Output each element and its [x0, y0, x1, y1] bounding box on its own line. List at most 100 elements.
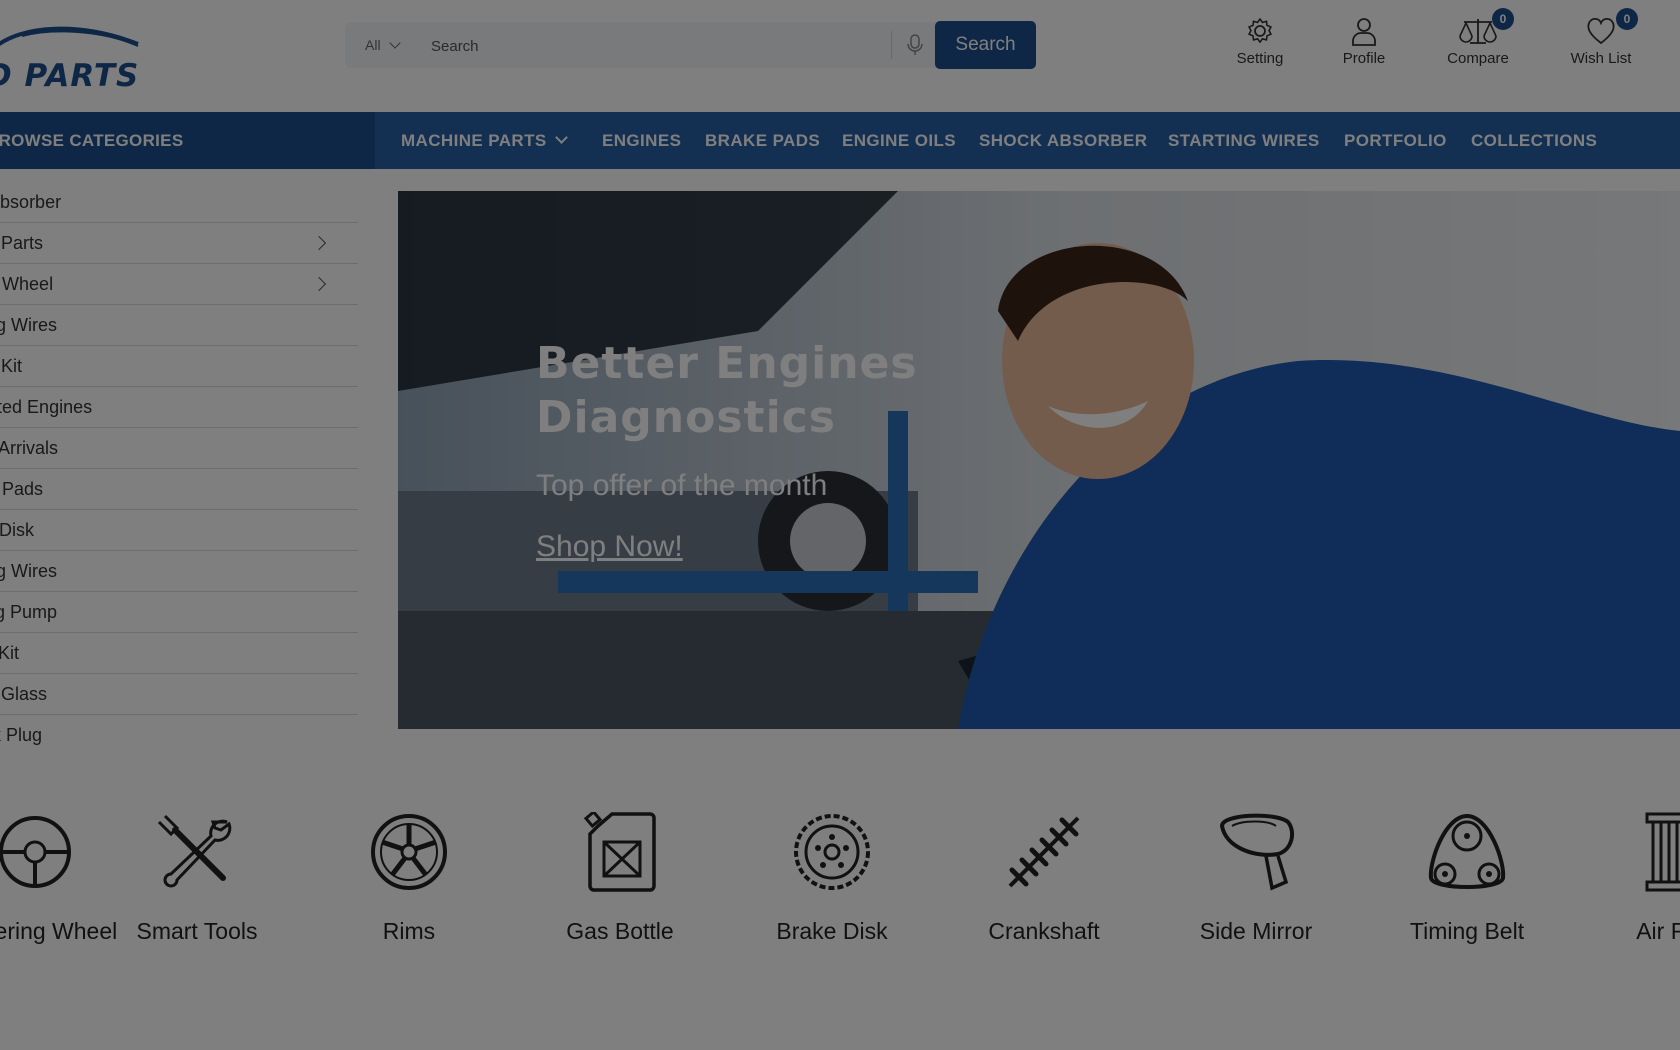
category-name: Smart Tools	[136, 918, 258, 944]
user-icon	[1352, 18, 1376, 46]
rim-icon	[371, 814, 447, 890]
sidebar-item-label: Spark Plug	[0, 725, 43, 745]
category-timing-belt[interactable]: Timing Belt	[1392, 812, 1542, 945]
sidebar-item-label: New Arrivals	[0, 438, 59, 458]
category-brake-disk[interactable]: Brake Disk	[757, 812, 907, 945]
banner-subtitle: Top offer of the month	[536, 469, 828, 502]
sidebar-item[interactable]: Spark Plug	[0, 715, 358, 755]
sidebar-item[interactable]: Tools Kit	[0, 346, 358, 387]
site-header: D PARTS All Search Setting	[0, 0, 1680, 112]
sidebar-item[interactable]: Cooling Pump	[0, 592, 358, 633]
category-name: Crankshaft	[988, 918, 1100, 944]
hero-banner: Better Engines Diagnostics Top offer of …	[398, 191, 1680, 729]
category-steering-wheel[interactable]: Steering Wheel	[0, 812, 118, 945]
nav-link-label: MACHINE PARTS	[401, 131, 547, 150]
mechanic-photo	[398, 191, 1680, 729]
banner-title-line1: Better Engines	[536, 338, 918, 389]
chevron-down-icon	[554, 131, 568, 144]
logo-text: D PARTS	[0, 58, 140, 94]
category-name: Rims	[382, 918, 436, 944]
steering-wheel-icon	[0, 816, 71, 888]
nav-starting-wires[interactable]: STARTING WIRES	[1168, 112, 1320, 169]
tools-icon	[157, 814, 232, 888]
nav-machine-parts[interactable]: MACHINE PARTS	[401, 112, 568, 169]
sidebar-item[interactable]: Brake Pads	[0, 469, 358, 510]
sidebar-item-label: Brake Pads	[0, 479, 44, 499]
nav-brake-pads[interactable]: BRAKE PADS	[705, 112, 820, 169]
sidebar-item-label: Wind Glass	[0, 684, 48, 704]
category-name: Brake Disk	[776, 918, 888, 944]
sidebar-item[interactable]: Brake Disk	[0, 510, 358, 551]
page: D PARTS All Search Setting	[0, 0, 1680, 1050]
nav-collections[interactable]: COLLECTIONS	[1471, 112, 1597, 169]
category-sidebar: Shock Absorber Machine Parts Steering Wh…	[0, 182, 358, 755]
sidebar-item-label: Tools Kit	[0, 643, 20, 663]
nav-engines[interactable]: ENGINES	[602, 112, 681, 169]
chevron-right-icon	[311, 276, 327, 292]
compare-count-badge: 0	[1492, 8, 1514, 30]
sidebar-item[interactable]: Starting Wires	[0, 305, 358, 346]
sidebar-item[interactable]: Shock Absorber	[0, 182, 358, 223]
wishlist-label: Wish List	[1570, 50, 1632, 67]
category-name: Air Filter	[1636, 918, 1680, 944]
sidebar-item-label: Steering Wheel	[0, 274, 54, 294]
heart-icon	[1587, 17, 1615, 45]
search-button[interactable]: Search	[935, 21, 1036, 69]
timing-belt-icon	[1428, 813, 1506, 889]
category-name: Side Mirror	[1199, 918, 1313, 944]
category-name: Gas Bottle	[566, 918, 674, 944]
sidebar-item[interactable]: Rebuilted Engines	[0, 387, 358, 428]
search-category-select[interactable]: All	[365, 22, 401, 68]
sidebar-item[interactable]: Starting Wires	[0, 551, 358, 592]
category-gas-bottle[interactable]: Gas Bottle	[545, 812, 695, 945]
search-bar: All	[345, 22, 1035, 68]
side-mirror-icon	[1219, 813, 1295, 891]
wishlist-count-badge: 0	[1616, 8, 1638, 30]
nav-engine-oils[interactable]: ENGINE OILS	[842, 112, 956, 169]
chevron-down-icon	[388, 37, 401, 49]
sidebar-item-label: Brake Disk	[0, 520, 35, 540]
air-filter-icon	[1645, 812, 1680, 892]
search-input[interactable]	[429, 28, 893, 64]
banner-title: Better Engines Diagnostics	[536, 337, 1016, 445]
sidebar-item-label: Starting Wires	[0, 561, 58, 581]
sidebar-item[interactable]: New Arrivals	[0, 428, 358, 469]
sidebar-item-label: Shock Absorber	[0, 192, 62, 212]
compare-button[interactable]: Compare 0	[1440, 8, 1516, 67]
shop-now-link[interactable]: Shop Now!	[536, 530, 683, 564]
setting-label: Setting	[1236, 50, 1284, 67]
category-smart-tools[interactable]: Smart Tools	[122, 812, 272, 945]
nav-shock-absorber[interactable]: SHOCK ABSORBER	[979, 112, 1147, 169]
browse-categories-label: BROWSE CATEGORIES	[0, 131, 184, 150]
profile-button[interactable]: Profile	[1334, 16, 1394, 67]
chevron-right-icon	[311, 235, 327, 251]
nav-portfolio[interactable]: PORTFOLIO	[1344, 112, 1447, 169]
setting-button[interactable]: Setting	[1230, 16, 1290, 67]
sidebar-item[interactable]: Steering Wheel	[0, 264, 358, 305]
sidebar-item-label: Cooling Pump	[0, 602, 58, 622]
sidebar-item-label: Tools Kit	[0, 356, 23, 376]
brake-disk-icon	[794, 814, 870, 890]
category-crankshaft[interactable]: Crankshaft	[969, 812, 1119, 945]
category-name: Steering Wheel	[0, 918, 118, 944]
sidebar-item-label: Starting Wires	[0, 315, 58, 335]
gear-icon	[1248, 18, 1272, 43]
crankshaft-icon	[1008, 816, 1080, 888]
wishlist-button[interactable]: Wish List 0	[1563, 8, 1639, 67]
sidebar-item[interactable]: Machine Parts	[0, 223, 358, 264]
search-category-label: All	[365, 37, 381, 53]
banner-title-line2: Diagnostics	[536, 392, 836, 443]
category-air-filter[interactable]: Air Filter	[1604, 812, 1680, 945]
category-name: Timing Belt	[1409, 918, 1525, 944]
browse-categories-toggle[interactable]: BROWSE CATEGORIES	[0, 112, 375, 169]
car-swoosh-icon	[0, 26, 139, 47]
site-logo[interactable]: D PARTS	[0, 14, 152, 94]
sidebar-item[interactable]: Tools Kit	[0, 633, 358, 674]
category-side-mirror[interactable]: Side Mirror	[1181, 812, 1331, 945]
category-rims[interactable]: Rims	[334, 812, 484, 945]
gas-can-icon	[583, 812, 656, 892]
sidebar-item[interactable]: Wind Glass	[0, 674, 358, 715]
microphone-icon[interactable]	[905, 34, 925, 56]
sidebar-item-label: Machine Parts	[0, 233, 44, 253]
profile-label: Profile	[1342, 50, 1386, 67]
